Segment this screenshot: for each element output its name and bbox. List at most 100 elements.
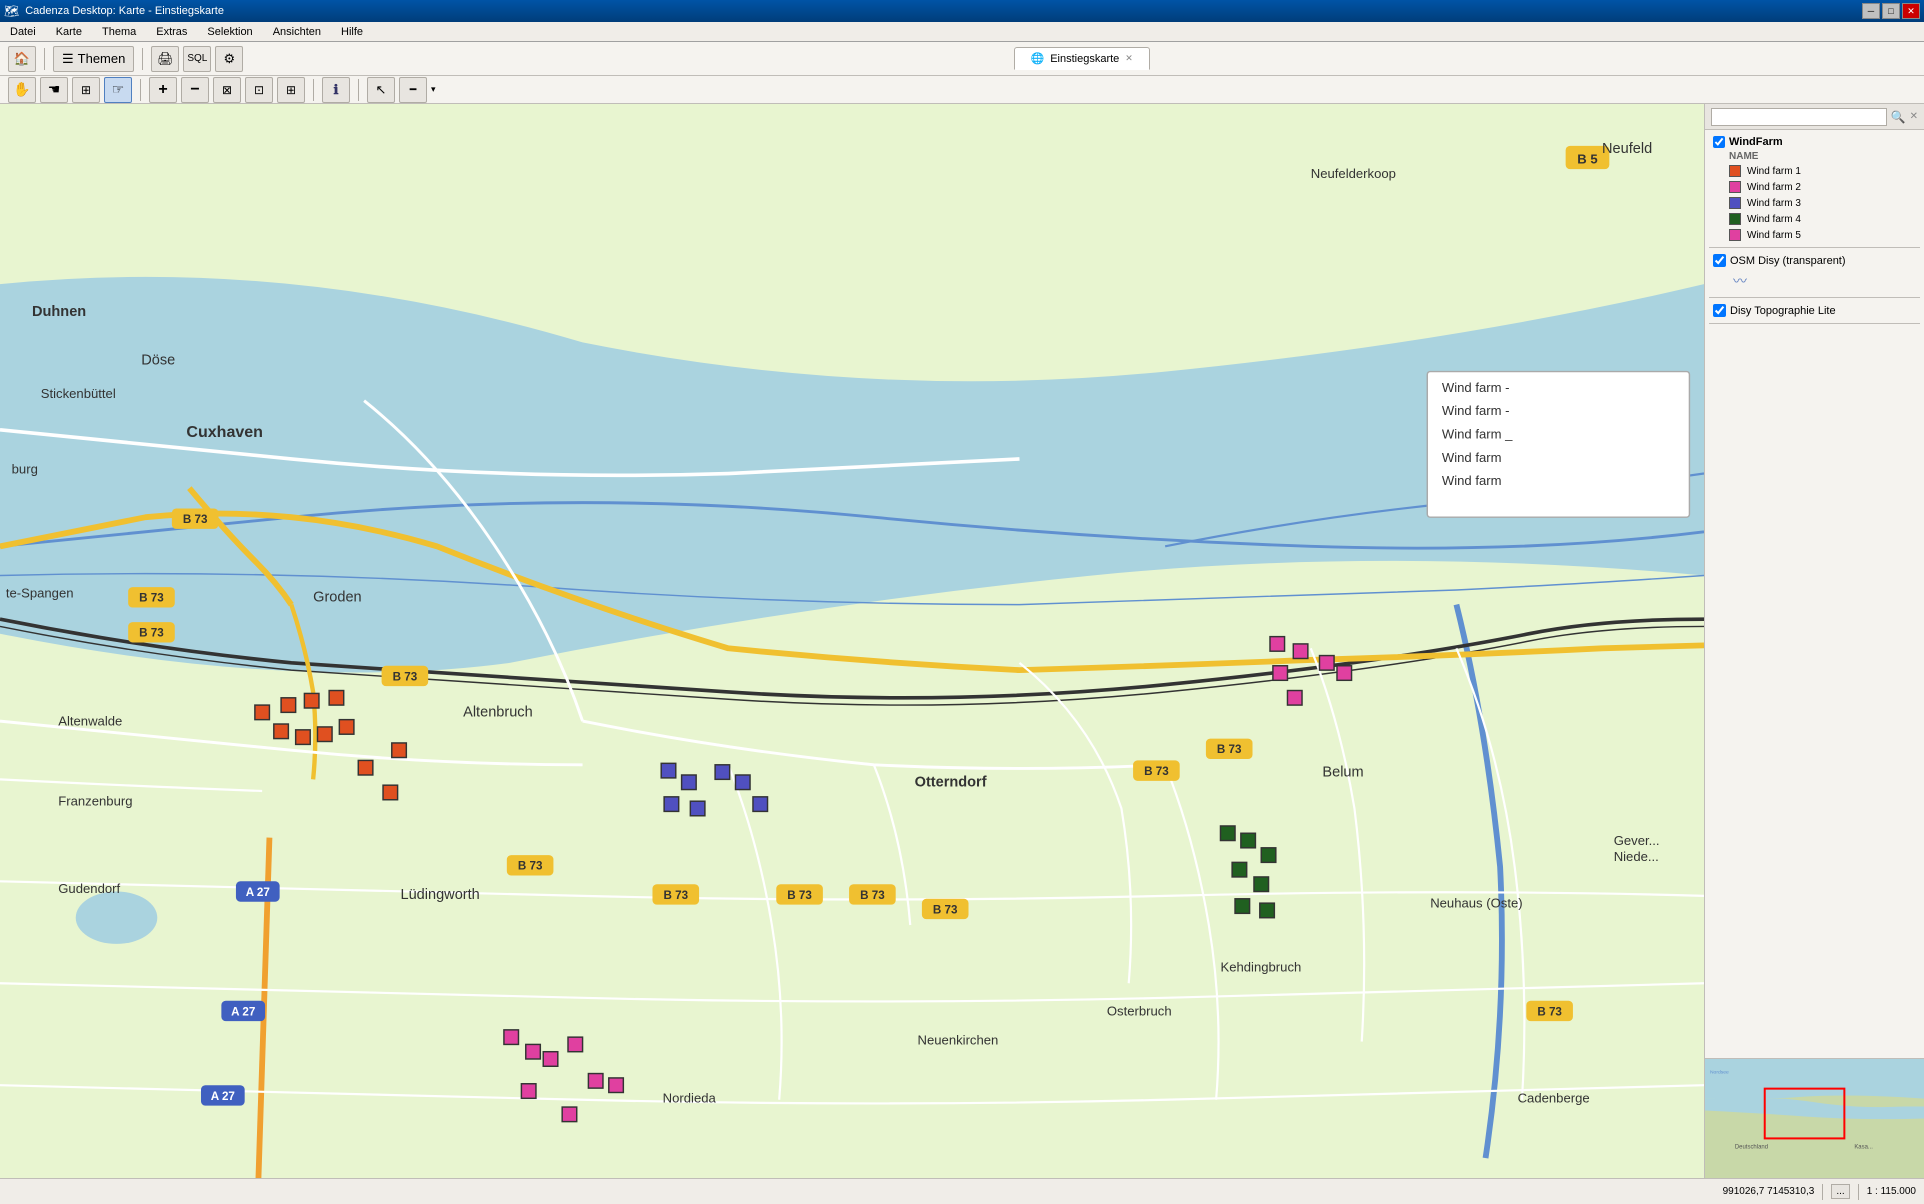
svg-text:B 73: B 73 [393, 670, 418, 683]
tab-close-icon[interactable]: ✕ [1125, 53, 1133, 64]
zoom-selection-button[interactable]: ⊞ [277, 77, 305, 103]
status-ellipsis[interactable]: ... [1831, 1184, 1849, 1199]
svg-text:B 73: B 73 [933, 903, 958, 916]
export-button[interactable]: SQL [183, 46, 211, 72]
scale-display: 1 : 115.000 [1867, 1186, 1916, 1197]
svg-text:Gever...: Gever... [1614, 833, 1660, 848]
tab-area: 🌐 Einstiegskarte ✕ [247, 47, 1916, 70]
windfarm-item-1: Wind farm 1 [1709, 163, 1920, 179]
svg-text:Altenbruch: Altenbruch [463, 705, 533, 721]
svg-text:B 73: B 73 [139, 627, 164, 640]
grid-tool[interactable]: ⊞ [72, 77, 100, 103]
layer-divider-1 [1709, 247, 1920, 248]
config-button[interactable]: ⚙ [215, 46, 243, 72]
themes-icon: ☰ [62, 51, 74, 67]
farm4-label: Wind farm 4 [1747, 214, 1801, 225]
close-button[interactable]: ✕ [1902, 3, 1920, 19]
select-pan-tool[interactable]: ☚ [40, 77, 68, 103]
zoom-out-button[interactable]: − [181, 77, 209, 103]
mini-map[interactable]: Deutschland Kasa... Nordsee [1705, 1058, 1924, 1178]
farm2-label: Wind farm 2 [1747, 182, 1801, 193]
svg-text:Wind farm -: Wind farm - [1442, 403, 1510, 418]
windfarm-layer-header[interactable]: WindFarm [1709, 134, 1920, 150]
measure-dropdown[interactable]: ▾ [431, 84, 436, 95]
layer-divider-2 [1709, 297, 1920, 298]
globe-icon: 🌐 [1031, 52, 1045, 65]
info-button[interactable]: ℹ [322, 77, 350, 103]
toolbar-separator-1 [44, 48, 45, 70]
svg-text:Groden: Groden [313, 590, 362, 606]
map-area[interactable]: B 5 B 73 B 73 B 73 B 73 B 73 B 73 B 73 B… [0, 104, 1704, 1178]
svg-text:Wind farm: Wind farm [1442, 450, 1502, 465]
home-button[interactable]: 🏠 [8, 46, 36, 72]
menu-thema[interactable]: Thema [96, 24, 142, 40]
svg-text:Deutschland: Deutschland [1735, 1144, 1768, 1150]
map-toolbar-sep-2 [313, 79, 314, 101]
windfarm-checkbox[interactable] [1713, 136, 1725, 148]
titlebar: 🗺 Cadenza Desktop: Karte - Einstiegskart… [0, 0, 1924, 22]
topo-layer-group: Disy Topographie Lite [1709, 302, 1920, 319]
clear-search-icon[interactable]: ✕ [1910, 111, 1918, 122]
svg-text:Wind farm _: Wind farm _ [1442, 427, 1513, 442]
svg-text:Duhnen: Duhnen [32, 304, 86, 320]
svg-text:B 73: B 73 [1144, 765, 1169, 778]
wave-container: 〰 [1709, 269, 1920, 293]
windfarm-item-2: Wind farm 2 [1709, 179, 1920, 195]
zoom-in-button[interactable]: + [149, 77, 177, 103]
status-sep-1 [1822, 1184, 1823, 1200]
svg-text:Döse: Döse [141, 352, 175, 368]
topo-checkbox[interactable] [1713, 304, 1726, 317]
search-bar: 🔍 ✕ [1705, 104, 1924, 130]
svg-text:Niede...: Niede... [1614, 849, 1659, 864]
topo-layer-header[interactable]: Disy Topographie Lite [1709, 302, 1920, 319]
farm2-icon [1729, 181, 1741, 193]
osm-label: OSM Disy (transparent) [1730, 255, 1846, 267]
measure-button[interactable]: ━ [399, 77, 427, 103]
svg-text:B 73: B 73 [1537, 1005, 1562, 1018]
svg-text:Lüdingworth: Lüdingworth [401, 887, 480, 903]
toolbar-separator-2 [142, 48, 143, 70]
print-button[interactable]: 🖨 [151, 46, 179, 72]
touch-tool[interactable]: ☞ [104, 77, 132, 103]
menu-extras[interactable]: Extras [150, 24, 193, 40]
cursor-tool[interactable]: ↖ [367, 77, 395, 103]
menu-ansichten[interactable]: Ansichten [267, 24, 327, 40]
titlebar-left: 🗺 Cadenza Desktop: Karte - Einstiegskart… [4, 4, 224, 18]
menu-datei[interactable]: Datei [4, 24, 42, 40]
osm-checkbox[interactable] [1713, 254, 1726, 267]
minimize-button[interactable]: ─ [1862, 3, 1880, 19]
map-svg: B 5 B 73 B 73 B 73 B 73 B 73 B 73 B 73 B… [0, 104, 1704, 1178]
restore-button[interactable]: □ [1882, 3, 1900, 19]
svg-text:Neufeld: Neufeld [1602, 141, 1652, 157]
farm5-icon [1729, 229, 1741, 241]
windfarm-item-4: Wind farm 4 [1709, 211, 1920, 227]
svg-text:A 27: A 27 [246, 886, 270, 899]
pan-tool[interactable]: ✋ [8, 77, 36, 103]
svg-text:Kasa...: Kasa... [1854, 1144, 1873, 1150]
farm1-icon [1729, 165, 1741, 177]
svg-text:Cadenberge: Cadenberge [1518, 1091, 1590, 1106]
svg-text:Otterndorf: Otterndorf [915, 775, 987, 791]
tab-einstiegskarte[interactable]: 🌐 Einstiegskarte ✕ [1014, 47, 1150, 70]
zoom-full-button[interactable]: ⊡ [245, 77, 273, 103]
farm3-icon [1729, 197, 1741, 209]
farm3-label: Wind farm 3 [1747, 198, 1801, 209]
map-toolbar-sep-3 [358, 79, 359, 101]
farm4-icon [1729, 213, 1741, 225]
svg-text:Kehdingbruch: Kehdingbruch [1220, 960, 1301, 975]
svg-text:A 27: A 27 [231, 1005, 255, 1018]
menu-hilfe[interactable]: Hilfe [335, 24, 369, 40]
statusbar: 991026,7 7145310,3 ... 1 : 115.000 [0, 1178, 1924, 1204]
coordinates-display: 991026,7 7145310,3 [1723, 1186, 1815, 1197]
right-panel: 🔍 ✕ WindFarm NAME Wind farm 1 Wind farm … [1704, 104, 1924, 1178]
themes-button[interactable]: ☰ Themen [53, 46, 134, 72]
svg-text:Gudendorf: Gudendorf [58, 881, 120, 896]
zoom-rect-button[interactable]: ⊠ [213, 77, 241, 103]
search-icon[interactable]: 🔍 [1891, 110, 1906, 124]
menu-karte[interactable]: Karte [50, 24, 88, 40]
osm-layer-header[interactable]: OSM Disy (transparent) [1709, 252, 1920, 269]
svg-text:B 73: B 73 [183, 513, 208, 526]
svg-text:Osterbruch: Osterbruch [1107, 1003, 1172, 1018]
menu-selektion[interactable]: Selektion [201, 24, 258, 40]
search-input[interactable] [1711, 108, 1887, 126]
